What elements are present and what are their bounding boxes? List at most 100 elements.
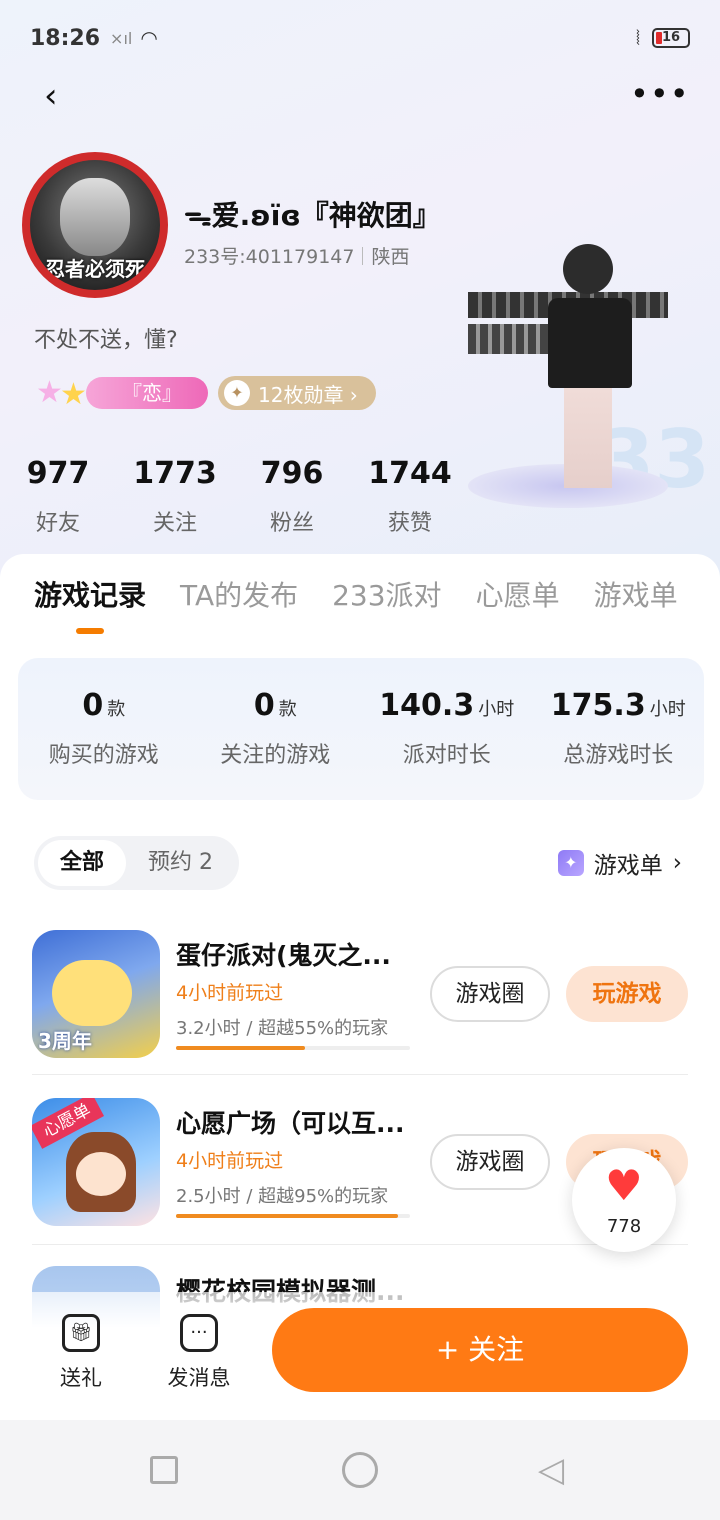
message-label: 发消息: [167, 1366, 231, 1390]
progress-fill: [176, 1214, 399, 1218]
summary-unit: 款: [278, 699, 297, 720]
nickname: ᯓ爱.ʚïɞ『神欲团』: [184, 199, 441, 232]
gift-icon: 🎁︎: [62, 1314, 100, 1352]
play-game-button[interactable]: 玩游戏: [566, 966, 688, 1022]
summary-card: 0款 购买的游戏 0款 关注的游戏 140.3 小时 派对时长 175.3 小时 总…: [18, 658, 704, 800]
wifi-icon: ◠: [140, 26, 158, 50]
summary-label: 总游戏时长: [563, 743, 674, 768]
stat-label: 获赞: [388, 511, 433, 536]
gamelist-label: 游戏单: [593, 853, 663, 879]
like-button[interactable]: ♥ 778: [572, 1148, 676, 1252]
follow-button[interactable]: + 关注: [272, 1308, 688, 1392]
summary-unit: 款: [107, 699, 126, 720]
message-button[interactable]: ··· 发消息: [154, 1314, 244, 1392]
chevron-right-icon: ›: [672, 850, 682, 876]
battery-level: 16: [661, 30, 681, 45]
signature: 不处不送，懂?: [34, 328, 178, 353]
bottom-action-bar: 🎁︎ 送礼 ··· 发消息 + 关注: [0, 1292, 720, 1420]
stat-label: 粉丝: [270, 511, 315, 536]
gamelist-link[interactable]: ✦ 游戏单 ›: [557, 846, 682, 880]
divider: [32, 1074, 688, 1075]
summary-value: 0: [253, 688, 275, 723]
summary-value: 0: [82, 688, 104, 723]
tab-bar: 游戏记录 TA的发布 233派对 心愿单 游戏单: [0, 574, 720, 644]
stat-fans[interactable]: 796 粉丝: [234, 456, 350, 537]
status-time: 18:26: [30, 25, 101, 51]
game-row[interactable]: 3周年 蛋仔派对(鬼灭之... 4小时前玩过 3.2小时 / 超越55%的玩家 …: [32, 930, 688, 1058]
divider: [362, 246, 364, 265]
last-played: 4小时前玩过: [176, 982, 284, 1004]
summary-followed: 0款 关注的游戏: [190, 658, 362, 800]
home-icon[interactable]: [342, 1452, 378, 1488]
character-banner-2: [468, 324, 548, 354]
battery-icon: 16: [652, 28, 690, 48]
system-nav-bar: ◁: [0, 1420, 720, 1520]
star-icon: ★ ★: [36, 373, 100, 413]
progress-bar: [176, 1046, 410, 1050]
game-icon-wish[interactable]: 心愿单: [32, 1098, 160, 1226]
region: 陕西: [371, 246, 410, 268]
back-nav-icon[interactable]: ◁: [538, 1450, 574, 1490]
tag-label: 『恋』: [86, 377, 208, 409]
summary-unit: 小时: [478, 699, 515, 720]
medal-label: 12枚勋章 ›: [258, 382, 358, 407]
recent-apps-icon[interactable]: [150, 1456, 178, 1484]
tab-indicator: [76, 628, 104, 634]
play-stat: 3.2小时 / 超越55%的玩家: [176, 1018, 389, 1039]
filter-reserved[interactable]: 预约 2: [126, 840, 235, 886]
last-played: 4小时前玩过: [176, 1150, 284, 1172]
stats-row: 977 好友 1773 关注 796 粉丝 1744 获赞: [0, 456, 470, 537]
medal-button[interactable]: ✦ 12枚勋章 ›: [218, 376, 376, 410]
summary-label: 购买的游戏: [48, 743, 159, 768]
tab-wishlist[interactable]: 心愿单: [476, 574, 560, 644]
progress-fill: [176, 1046, 305, 1050]
tab-gamelists[interactable]: 游戏单: [594, 574, 678, 644]
summary-party-time: 140.3 小时 派对时长: [361, 658, 533, 800]
user-id-row: 233号:401179147 陕西: [184, 242, 409, 269]
summary-label: 派对时长: [402, 743, 491, 768]
game-icon-eggy[interactable]: 3周年: [32, 930, 160, 1058]
game-circle-button[interactable]: 游戏圈: [430, 1134, 550, 1190]
summary-value: 175.3: [550, 688, 646, 723]
star-icon-pink: ★: [36, 375, 63, 410]
game-circle-button[interactable]: 游戏圈: [430, 966, 550, 1022]
gift-button[interactable]: 🎁︎ 送礼: [36, 1314, 126, 1392]
relation-tag[interactable]: ★ ★ 『恋』: [36, 373, 208, 413]
message-icon: ···: [180, 1314, 218, 1352]
avatar[interactable]: 忍者必须死: [22, 152, 168, 298]
avatar-frame-text: 忍者必须死: [45, 257, 145, 281]
filter-all[interactable]: 全部: [38, 840, 127, 886]
tab-game-records[interactable]: 游戏记录: [34, 574, 146, 644]
user-id: 233号:401179147: [184, 246, 355, 268]
tab-label: 游戏记录: [34, 579, 147, 612]
tab-posts[interactable]: TA的发布: [180, 574, 298, 644]
stat-following[interactable]: 1773 关注: [116, 456, 234, 537]
signal-icon: ×ıl: [110, 28, 133, 48]
summary-total-time: 175.3 小时 总游戏时长: [533, 658, 705, 800]
stat-value: 796: [260, 456, 324, 491]
stat-label: 好友: [36, 511, 81, 536]
stat-likes[interactable]: 1744 获赞: [350, 456, 470, 537]
more-options-icon[interactable]: •••: [630, 74, 689, 118]
game-name: 蛋仔派对(鬼灭之...: [176, 941, 391, 970]
stat-value: 977: [26, 456, 90, 491]
divider: [32, 1244, 688, 1245]
play-stat: 2.5小时 / 超越95%的玩家: [176, 1186, 389, 1207]
girl-face: [76, 1152, 126, 1196]
stat-friends[interactable]: 977 好友: [0, 456, 116, 537]
anniversary-badge: 3周年: [38, 1029, 92, 1053]
medal-icon: ✦: [224, 380, 250, 406]
back-icon[interactable]: ‹: [44, 74, 88, 118]
stat-value: 1773: [133, 456, 217, 491]
sparkle-icon: ✦: [557, 850, 584, 876]
avatar-face: [60, 178, 130, 256]
gift-label: 送礼: [60, 1366, 102, 1390]
avatar-character-figure[interactable]: 33: [468, 236, 720, 526]
heart-icon: ♥: [605, 1161, 643, 1210]
summary-value: 140.3: [379, 688, 475, 723]
filter-toggle: 全部 预约 2: [34, 836, 240, 890]
like-count: 778: [606, 1216, 642, 1237]
summary-unit: 小时: [649, 699, 686, 720]
star-icon-yellow: ★: [60, 377, 87, 412]
tab-party[interactable]: 233派对: [332, 574, 441, 644]
